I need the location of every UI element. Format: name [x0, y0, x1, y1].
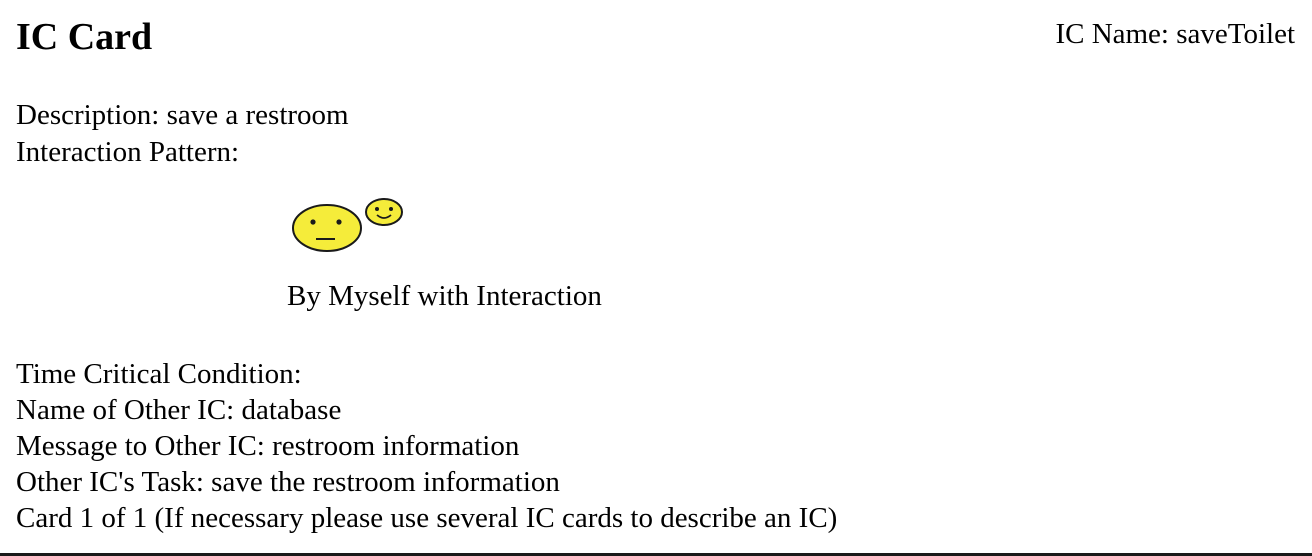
other-ic-name-line: Name of Other IC: database [16, 394, 342, 426]
large-face-right-eye [336, 219, 342, 225]
interaction-pattern-line: Interaction Pattern: [16, 136, 240, 168]
card-count-line: Card 1 of 1 (If necessary please use sev… [16, 502, 838, 534]
large-face-icon [292, 204, 362, 252]
small-face-right-eye [389, 207, 393, 211]
page-title: IC Card [16, 16, 153, 58]
small-face-icon [365, 198, 403, 226]
message-line: Message to Other IC: restroom informatio… [16, 430, 520, 462]
ic-name: IC Name: saveToilet [1055, 18, 1295, 50]
large-face-left-eye [310, 219, 316, 225]
other-task-line: Other IC's Task: save the restroom infor… [16, 466, 560, 498]
small-face-left-eye [375, 207, 379, 211]
description-line: Description: save a restroom [16, 99, 349, 131]
time-critical-line: Time Critical Condition: [16, 358, 302, 390]
two-smiley-faces-icon [292, 198, 403, 252]
interaction-pattern-label: By Myself with Interaction [287, 280, 602, 312]
